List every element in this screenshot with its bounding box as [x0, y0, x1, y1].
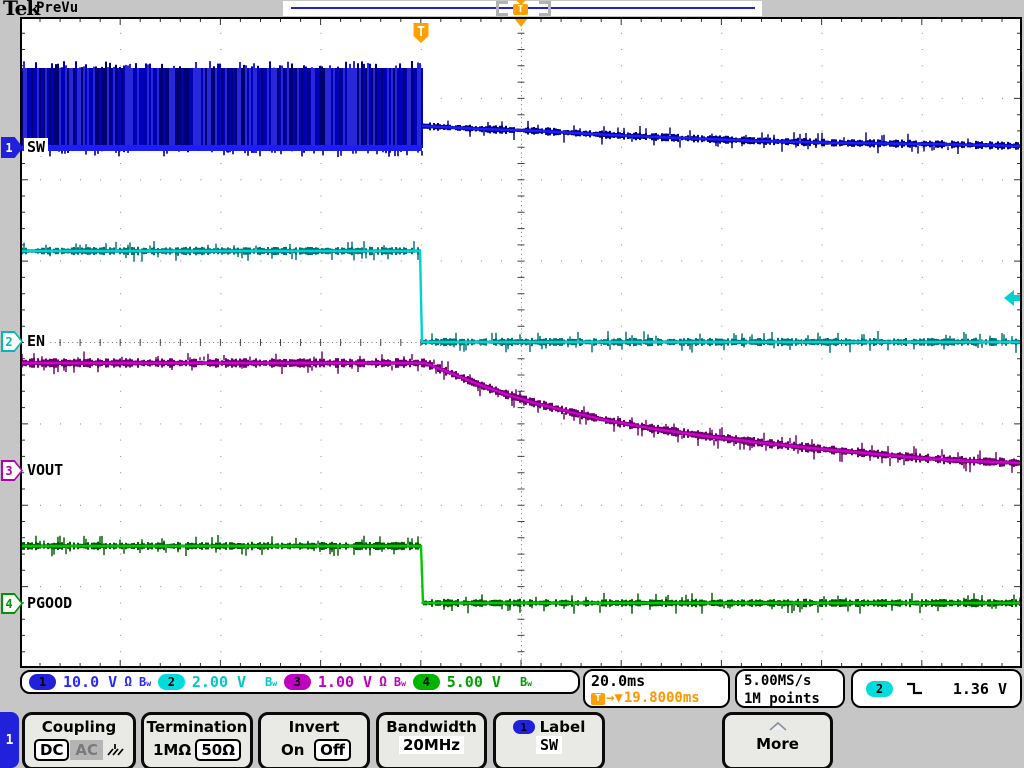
invert-off-option[interactable]: Off: [314, 739, 351, 761]
delay-value: 19.8000ms: [624, 690, 700, 707]
channel-2-position-tag[interactable]: 2: [1, 331, 23, 352]
channel-readouts: 1 10.0 V Ω Bw 2 2.00 V Bw 3 1.00 V Ω Bw …: [20, 670, 580, 694]
coupling-dc-option[interactable]: DC: [34, 739, 69, 761]
channel-2-readout: 2 2.00 V Bw: [158, 673, 277, 691]
coupling-softkey[interactable]: Coupling DC AC: [22, 712, 136, 768]
record-window-bracket-right: [539, 1, 551, 16]
termination-softkey[interactable]: Termination 1MΩ 50Ω: [141, 712, 253, 768]
channel-2-number: 2: [1, 331, 17, 352]
channel-1-number: 1: [1, 137, 17, 158]
channel-1-impedance: Ω: [124, 675, 132, 690]
record-length: 1M points: [744, 690, 836, 708]
active-channel-tab: 1: [0, 712, 19, 768]
channel-1-position-tag[interactable]: 1: [1, 137, 23, 158]
channel-1-label: SW: [24, 138, 48, 156]
delay-arrow: →▼: [606, 690, 623, 707]
bandwidth-softkey[interactable]: Bandwidth 20MHz: [376, 712, 487, 768]
channel-1-badge: 1: [29, 674, 56, 690]
channel-3-position-tag[interactable]: 3: [1, 460, 23, 481]
trigger-readout: 2 1.36 V: [851, 669, 1022, 708]
channel-3-readout: 3 1.00 V Ω Bw: [284, 673, 406, 691]
termination-1mohm-option[interactable]: 1MΩ: [153, 741, 191, 759]
termination-title: Termination: [144, 718, 250, 736]
channel-3-impedance: Ω: [379, 675, 387, 690]
channel-4-badge: 4: [413, 674, 440, 690]
channel-1-bandwidth-badge: Bw: [139, 675, 151, 689]
oscilloscope-screen: Tek PreVu T T 1 2 3 4 SW EN VOUT PGOOD 1: [0, 0, 1024, 768]
channel-2-label: EN: [24, 332, 48, 350]
channel-1-scale: 10.0 V: [63, 673, 117, 691]
channel-4-number: 4: [1, 593, 17, 614]
invert-softkey[interactable]: Invert On Off: [258, 712, 370, 768]
channel-3-number: 3: [1, 460, 17, 481]
channel-2-scale: 2.00 V: [192, 673, 246, 691]
label-title: Label: [540, 718, 586, 736]
label-value: SW: [536, 736, 562, 754]
termination-50ohm-option[interactable]: 50Ω: [195, 739, 241, 761]
record-window-bracket-left: [496, 1, 508, 16]
delay-trigger-t-icon: T: [591, 693, 605, 705]
horizontal-readout: 20.0ms T →▼ 19.8000ms: [583, 669, 730, 708]
graticule: T: [20, 17, 1022, 668]
channel-1-readout: 1 10.0 V Ω Bw: [29, 673, 151, 691]
channel-3-label: VOUT: [24, 461, 66, 479]
channel-2-bandwidth-badge: Bw: [265, 675, 277, 689]
trigger-source-badge: 2: [866, 681, 893, 697]
channel-4-label: PGOOD: [24, 594, 75, 612]
channel-4-scale: 5.00 V: [447, 673, 501, 691]
ground-icon: [104, 742, 124, 758]
acquisition-readout: 5.00MS/s 1M points: [735, 669, 845, 708]
coupling-title: Coupling: [25, 718, 133, 736]
channel-4-readout: 4 5.00 V Bw: [413, 673, 532, 691]
channel-3-badge: 3: [284, 674, 311, 690]
channel-3-scale: 1.00 V: [318, 673, 372, 691]
bandwidth-title: Bandwidth: [379, 718, 484, 736]
more-softkey[interactable]: More: [722, 712, 833, 768]
coupling-ac-option[interactable]: AC: [70, 740, 103, 760]
delay-readout: T →▼ 19.8000ms: [591, 690, 722, 707]
channel-4-bandwidth-badge: Bw: [520, 675, 532, 689]
falling-edge-icon: [905, 681, 924, 696]
label-softkey[interactable]: 1 Label SW: [493, 712, 605, 768]
bandwidth-value: 20MHz: [399, 736, 464, 754]
invert-title: Invert: [261, 718, 367, 736]
invert-on-option[interactable]: On: [281, 741, 304, 759]
sample-rate: 5.00MS/s: [744, 672, 836, 690]
acquisition-status: PreVu: [36, 0, 78, 16]
more-title: More: [725, 735, 830, 753]
channel-4-position-tag[interactable]: 4: [1, 593, 23, 614]
record-trigger-t-icon: T: [513, 4, 528, 15]
channel-3-bandwidth-badge: Bw: [394, 675, 406, 689]
caret-up-icon: [767, 721, 789, 731]
channel-2-badge: 2: [158, 674, 185, 690]
timebase-scale: 20.0ms: [591, 672, 722, 690]
label-channel-badge: 1: [513, 720, 535, 734]
trigger-level: 1.36 V: [953, 680, 1007, 698]
svg-text:T: T: [417, 25, 425, 40]
wave-inspector-record-bar: T: [283, 1, 762, 16]
